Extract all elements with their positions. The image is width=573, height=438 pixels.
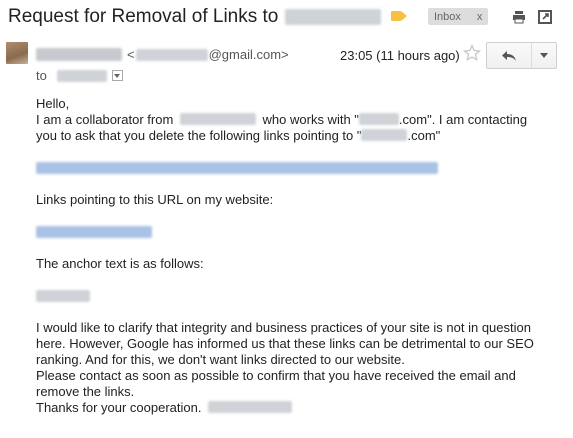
- redacted-company: [179, 113, 256, 125]
- dropdown-arrow-icon: [540, 53, 548, 58]
- recipient-line: to: [36, 68, 123, 83]
- sender-avatar: [6, 42, 28, 64]
- closing-line-1: I would like to clarify that integrity a…: [36, 320, 531, 335]
- greeting: Hello,: [36, 96, 70, 111]
- closing-line-4: Please contact as soon as possible to co…: [36, 368, 516, 383]
- redacted-anchor-text: [36, 290, 90, 302]
- reply-button[interactable]: [486, 42, 532, 69]
- thanks-line: Thanks for your cooperation.: [36, 400, 566, 416]
- redacted-site: [358, 113, 399, 125]
- reply-icon: [502, 50, 516, 61]
- email-domain: @gmail.com>: [208, 47, 289, 62]
- print-icon[interactable]: [512, 10, 526, 24]
- chevron-down-icon: [114, 73, 121, 78]
- anchor-text-label: The anchor text is as follows:: [36, 256, 204, 271]
- email-subject: Request for Removal of Links to: [8, 6, 279, 27]
- body-line-1: I am a collaborator from who works with …: [36, 112, 528, 127]
- closing-line-3: ranking. And for this, we don't want lin…: [36, 352, 405, 367]
- email-body: Hello, I am a collaborator from who work…: [36, 96, 566, 416]
- sender-line: < @gmail.com>: [36, 47, 289, 62]
- redacted-target-url-link[interactable]: [36, 162, 438, 174]
- redacted-domain: [285, 9, 382, 25]
- email-bracket-open: <: [127, 47, 135, 62]
- redacted-website-link[interactable]: [36, 226, 152, 238]
- redacted-email-user: [135, 48, 208, 61]
- label-tag-icon[interactable]: [391, 11, 407, 21]
- inbox-label-chip[interactable]: Inbox x: [428, 8, 488, 25]
- closing-line-5: remove the links.: [36, 384, 135, 399]
- redacted-recipient: [56, 69, 107, 82]
- links-on-site-text: Links pointing to this URL on my website…: [36, 192, 274, 207]
- closing-line-2: here. However, Google has informed us th…: [36, 336, 534, 351]
- new-window-icon[interactable]: [538, 10, 552, 24]
- star-icon[interactable]: [463, 44, 481, 62]
- to-label: to: [36, 68, 47, 83]
- remove-label-button[interactable]: x: [477, 11, 483, 23]
- redacted-signature: [208, 401, 293, 413]
- more-actions-button[interactable]: [531, 42, 557, 69]
- redacted-target-site: [361, 129, 408, 141]
- subject-row: Request for Removal of Links to: [8, 4, 382, 30]
- inbox-label-text: Inbox: [434, 10, 461, 23]
- body-line-2: you to ask that you delete the following…: [36, 128, 441, 143]
- recipient-details-toggle[interactable]: [111, 70, 123, 81]
- redacted-sender-name[interactable]: [36, 48, 122, 61]
- timestamp: 23:05 (11 hours ago): [340, 48, 460, 63]
